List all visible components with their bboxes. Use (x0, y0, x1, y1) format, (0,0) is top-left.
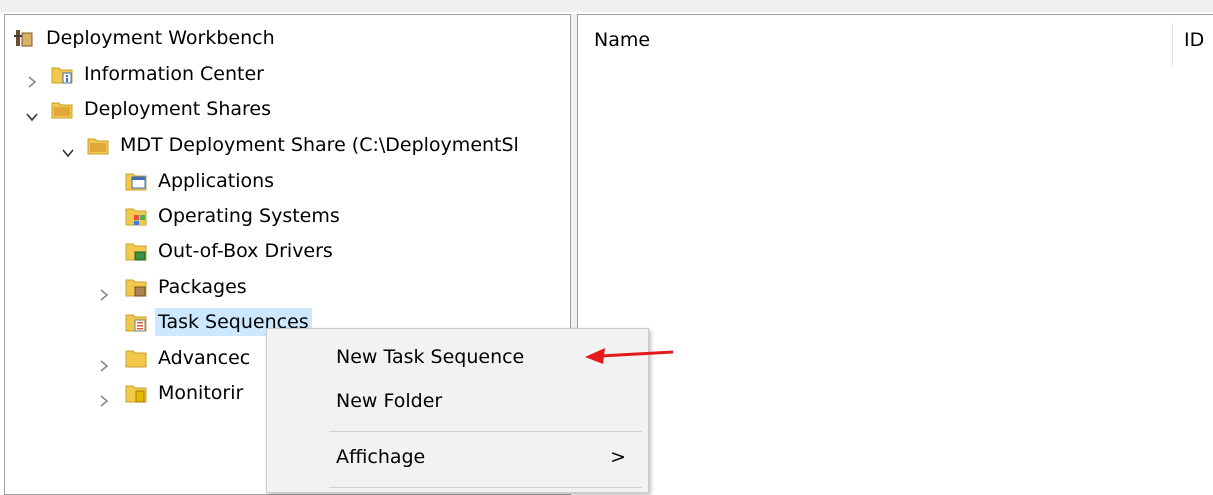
folder-icon (125, 350, 147, 368)
tree-item-mdt-deployment-share[interactable]: MDT Deployment Share (C:\DeploymentSl (87, 128, 522, 162)
deployment-share-folder-icon (87, 138, 109, 155)
tree-item-label: Packages (158, 276, 247, 298)
window-top-strip (0, 0, 1213, 12)
tree-item-label: Information Center (84, 63, 264, 85)
column-header-label: ID (1184, 29, 1205, 51)
tree-root-deployment-workbench[interactable]: Deployment Workbench (13, 21, 278, 55)
column-header-label: Name (594, 29, 651, 51)
tree-item-label: Monitorir (158, 382, 244, 404)
menu-item-affichage[interactable]: Affichage > (267, 435, 648, 479)
monitoring-icon (125, 385, 147, 403)
tree-item-out-of-box-drivers[interactable]: Out-of-Box Drivers (125, 234, 336, 268)
tree-item-information-center[interactable]: Information Center (51, 57, 267, 91)
menu-separator (329, 487, 642, 488)
tree-item-label: Operating Systems (158, 205, 340, 227)
tree-item-label: Applications (158, 170, 275, 192)
workbench-icon (14, 30, 33, 47)
menu-item-label: New Folder (336, 390, 443, 412)
deployment-shares-folder-icon (51, 102, 73, 119)
column-header-name[interactable]: Name (594, 15, 650, 65)
details-list-pane[interactable]: Name ID (578, 14, 1213, 494)
tree-item-applications[interactable]: Applications (125, 164, 277, 198)
tree-item-advanced[interactable]: Advancec (125, 341, 253, 375)
menu-item-label: New Task Sequence (336, 346, 525, 368)
annotation-arrow-icon (585, 348, 674, 364)
tree-root-label: Deployment Workbench (46, 27, 275, 49)
tree-item-label: Deployment Shares (84, 98, 271, 120)
collapse-chevron-icon[interactable] (25, 110, 39, 124)
column-header-id[interactable]: ID (1184, 15, 1204, 65)
information-center-icon (51, 67, 73, 84)
expand-chevron-icon[interactable] (25, 75, 39, 89)
drivers-icon (125, 243, 147, 261)
tree-item-packages[interactable]: Packages (125, 270, 250, 304)
submenu-arrow-icon: > (610, 446, 626, 468)
tree-item-label: Advancec (158, 347, 251, 369)
operating-systems-icon (125, 208, 147, 226)
expand-chevron-icon[interactable] (97, 288, 111, 302)
collapse-chevron-icon[interactable] (61, 146, 75, 160)
menu-item-new-folder[interactable]: New Folder (267, 379, 648, 423)
task-sequences-icon (125, 314, 147, 332)
tree-item-label: Out-of-Box Drivers (158, 240, 333, 262)
expand-chevron-icon[interactable] (97, 359, 111, 373)
tree-item-label: MDT Deployment Share (C:\DeploymentSl (120, 134, 519, 156)
packages-icon (125, 279, 147, 297)
applications-icon (125, 173, 147, 191)
menu-item-label: Affichage (336, 446, 426, 468)
expand-chevron-icon[interactable] (97, 394, 111, 408)
tree-item-monitoring[interactable]: Monitorir (125, 376, 246, 410)
column-divider[interactable] (1172, 23, 1173, 67)
menu-separator (329, 431, 642, 432)
tree-item-deployment-shares[interactable]: Deployment Shares (51, 92, 274, 126)
tree-item-operating-systems[interactable]: Operating Systems (125, 199, 343, 233)
